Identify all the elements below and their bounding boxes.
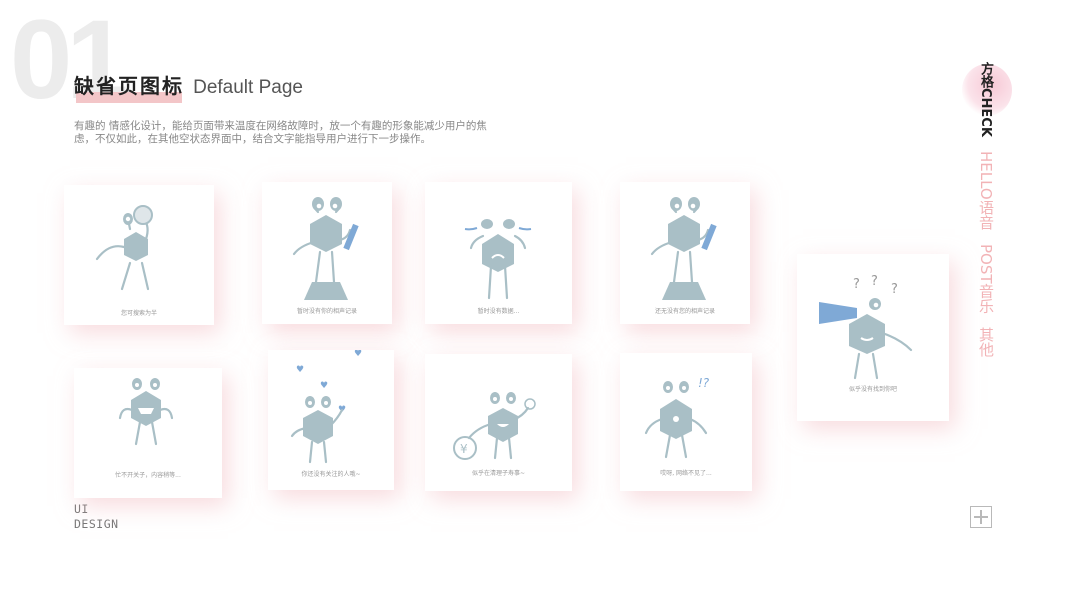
- card-caption: 暂时没有数据...: [477, 308, 520, 315]
- add-icon[interactable]: [970, 506, 992, 528]
- svg-text:!?: !?: [698, 376, 710, 390]
- card-caption: 你还没有关注的人哦~: [301, 471, 361, 478]
- label-line2: DESIGN: [74, 517, 119, 531]
- add-icon-v: [980, 510, 982, 524]
- nav-item-post[interactable]: POST音乐: [976, 244, 997, 314]
- card-caption: 暂时没有你的相声记录: [296, 308, 357, 315]
- nav-item-check[interactable]: 方格CHECK: [976, 62, 995, 137]
- default-page-card[interactable]: 还无没有您的相声记录: [620, 182, 750, 324]
- default-page-card[interactable]: ??? 似乎没有找到你吧: [797, 254, 949, 421]
- card-caption: 似乎没有找到你吧: [848, 386, 897, 393]
- card-caption: 哎呀, 网络不见了...: [660, 470, 712, 477]
- default-page-card[interactable]: 暂时没有你的相声记录: [262, 182, 392, 324]
- title-en: Default Page: [193, 77, 303, 98]
- page-title: 缺省页图标 Default Page: [74, 70, 303, 103]
- default-page-card[interactable]: ¥ 似乎在清理子寿事~: [425, 354, 572, 491]
- card-caption: 忙不开关子，内容稍等...: [115, 472, 181, 479]
- page-description: 有趣的 情感化设计，能给页面带来温度在网络故障时，放一个有趣的形象能减少用户的焦…: [74, 120, 487, 145]
- nav-item-other[interactable]: 其他: [976, 327, 997, 357]
- svg-text:♥: ♥: [296, 365, 304, 375]
- card-caption: 您可搜索为半: [120, 310, 157, 317]
- nav-item-hello[interactable]: HELLO语音: [976, 151, 997, 230]
- svg-text:?: ?: [871, 274, 878, 289]
- vertical-nav: 方格CHECK HELLO语音 POST音乐 其他: [962, 62, 1012, 422]
- svg-text:¥: ¥: [460, 442, 468, 456]
- ui-design-label: UI DESIGN: [74, 502, 119, 532]
- default-page-card[interactable]: 暂时没有数据...: [425, 182, 572, 324]
- default-page-card[interactable]: ♥ ♥ ♥ ♥ 你还没有关注的人哦~: [268, 350, 394, 490]
- pencil-monster-on-pedestal-icon: [292, 197, 359, 300]
- default-page-card[interactable]: 您可搜索为半: [64, 185, 214, 325]
- card-caption: 还无没有您的相声记录: [654, 308, 715, 315]
- default-page-card[interactable]: 忙不开关子，内容稍等...: [74, 368, 222, 498]
- telescope-monster-icon: ???: [819, 274, 913, 380]
- title-cn: 缺省页图标: [74, 74, 184, 98]
- pencil-monster-on-pedestal-icon: [650, 197, 717, 300]
- card-caption: 似乎在清理子寿事~: [471, 470, 526, 477]
- svg-text:?: ?: [853, 277, 860, 292]
- svg-text:♥: ♥: [354, 350, 362, 359]
- crying-monster-icon: [464, 219, 532, 300]
- svg-text:♥: ♥: [320, 381, 328, 391]
- svg-text:?: ?: [891, 282, 898, 297]
- magnifier-monster-icon: [95, 205, 153, 291]
- label-line1: UI: [74, 502, 89, 516]
- default-page-card[interactable]: !? 哎呀, 网络不见了...: [620, 353, 752, 491]
